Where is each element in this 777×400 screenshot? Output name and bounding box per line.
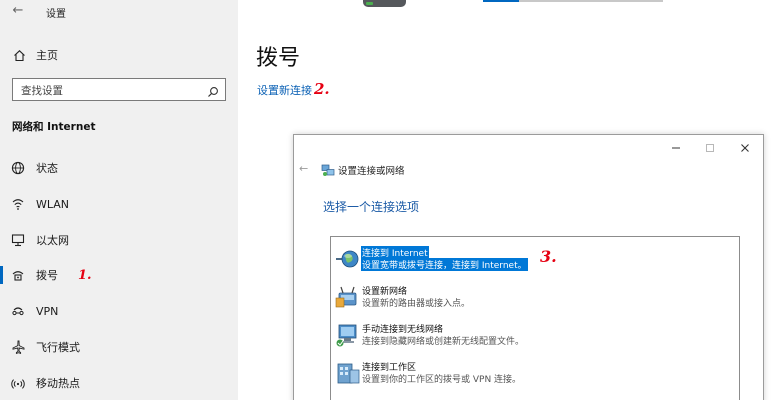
back-arrow-icon: ← — [12, 3, 24, 18]
connection-options-list: 连接到 Internet 设置宽带或拨号连接，连接到 Internet。 设置新… — [330, 236, 740, 400]
search-box — [12, 78, 226, 102]
minimize-button[interactable] — [664, 139, 688, 155]
page-title: 拨号 — [256, 46, 301, 71]
close-button[interactable] — [733, 139, 757, 155]
annotation-step-3: 3. — [540, 247, 557, 266]
option-description: 设置宽带或拨号连接，连接到 Internet。 — [361, 258, 528, 271]
hotspot-icon — [10, 375, 26, 391]
sidebar-item-label: 移动热点 — [36, 377, 80, 390]
vpn-icon — [10, 303, 26, 319]
airplane-icon — [10, 339, 26, 355]
sidebar-item-wlan[interactable]: WLAN — [0, 194, 238, 214]
active-indicator — [0, 266, 3, 284]
setup-new-connection-link[interactable]: 设置新连接 — [257, 82, 312, 98]
option-description: 设置到你的工作区的拨号或 VPN 连接。 — [362, 375, 522, 385]
sidebar-item-airplane[interactable]: 飞行模式 — [0, 337, 238, 357]
maximize-icon — [705, 138, 715, 157]
sidebar-item-home[interactable]: 主页 — [12, 46, 58, 64]
battery-indicator — [363, 0, 406, 7]
network-setup-icon — [321, 162, 335, 181]
sidebar-item-dialup[interactable]: 拨号 — [0, 265, 238, 285]
close-icon — [740, 138, 750, 157]
sidebar-item-ethernet[interactable]: 以太网 — [0, 230, 238, 250]
search-input[interactable] — [13, 80, 201, 102]
ethernet-icon — [10, 232, 26, 248]
home-icon — [12, 49, 26, 62]
status-globe-icon — [10, 160, 26, 176]
option-description: 设置新的路由器或接入点。 — [362, 299, 471, 309]
sidebar-item-label: 飞行模式 — [36, 341, 80, 354]
option-workplace[interactable]: 连接到工作区 设置到你的工作区的拨号或 VPN 连接。 — [333, 358, 733, 388]
minimize-icon — [671, 138, 681, 157]
wifi-icon — [10, 196, 26, 212]
wireless-manual-icon — [335, 322, 361, 348]
option-manual-wireless[interactable]: 手动连接到无线网络 连接到隐藏网络或创建新无线配置文件。 — [333, 320, 733, 350]
workplace-icon — [335, 360, 361, 386]
maximize-button[interactable] — [698, 139, 722, 155]
sidebar-item-label: WLAN — [36, 197, 70, 211]
annotation-step-2: 2. — [314, 80, 330, 98]
annotation-step-1: 1. — [78, 268, 92, 283]
dialup-icon — [10, 267, 26, 283]
globe-connect-icon — [335, 246, 361, 272]
dialog-back-button[interactable]: ← — [299, 162, 308, 175]
sidebar-item-hotspot[interactable]: 移动热点 — [0, 373, 238, 393]
option-description: 连接到隐藏网络或创建新无线配置文件。 — [362, 337, 525, 347]
option-new-network[interactable]: 设置新网络 设置新的路由器或接入点。 — [333, 282, 733, 312]
home-label: 主页 — [36, 49, 58, 62]
sidebar-item-label: 状态 — [36, 162, 58, 175]
dialog-title: 设置连接或网络 — [338, 166, 405, 177]
sidebar-item-label: VPN — [36, 304, 59, 318]
sidebar-item-status[interactable]: 状态 — [0, 158, 238, 178]
settings-sidebar: ← 设置 主页 网络和 Internet 状态 WLAN 以太网 — [0, 0, 238, 400]
sidebar-item-label: 以太网 — [36, 234, 69, 247]
window-title: 设置 — [46, 9, 66, 20]
setup-connection-dialog: ← 设置连接或网络 选择一个连接选项 连接到 Internet 设置宽带或拨号连… — [293, 134, 764, 400]
sidebar-item-vpn[interactable]: VPN — [0, 301, 238, 321]
new-network-icon — [335, 284, 361, 310]
search-icon[interactable] — [207, 83, 219, 102]
section-title: 网络和 Internet — [12, 121, 96, 133]
sidebar-item-label: 拨号 — [36, 269, 58, 282]
top-progress-line — [483, 0, 663, 2]
dialog-heading: 选择一个连接选项 — [323, 200, 420, 214]
back-button[interactable]: ← — [8, 3, 28, 19]
option-connect-internet[interactable]: 连接到 Internet 设置宽带或拨号连接，连接到 Internet。 — [333, 244, 733, 274]
